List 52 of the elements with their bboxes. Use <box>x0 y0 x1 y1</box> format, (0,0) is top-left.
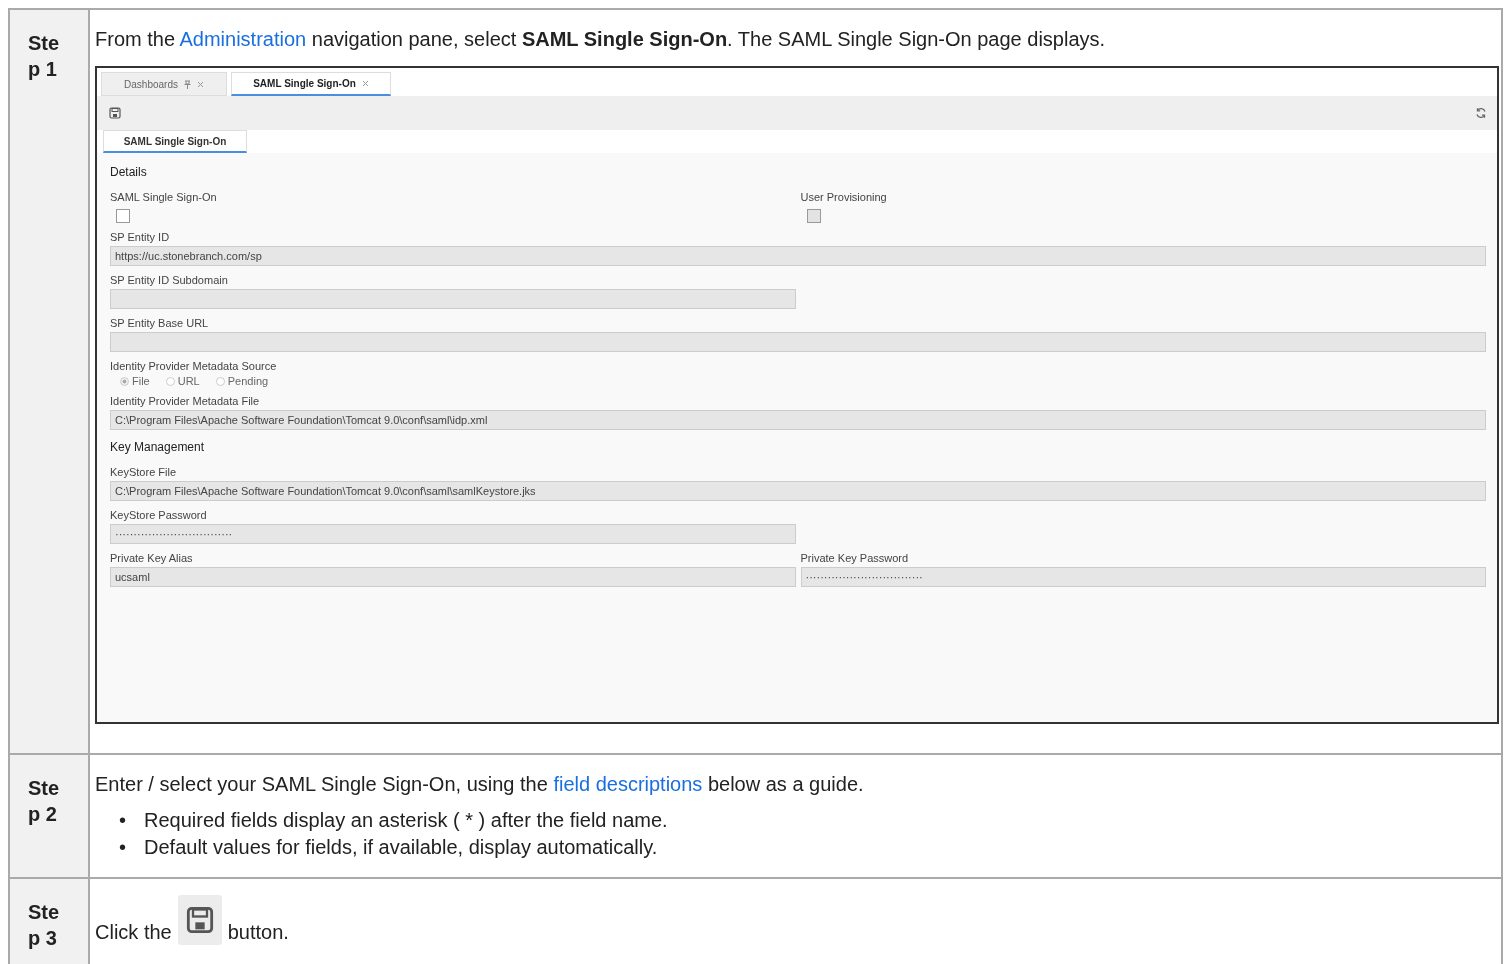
close-icon[interactable] <box>361 80 369 87</box>
instruction-text: button. <box>227 920 289 945</box>
radio-button[interactable] <box>165 376 175 386</box>
radio-button[interactable] <box>120 376 129 386</box>
link[interactable]: field descriptions <box>553 773 703 795</box>
bullet-marker: • <box>119 808 126 833</box>
refresh-icon[interactable] <box>1475 107 1487 119</box>
bullet-item: Default values for fields, if available, display automatically. <box>144 835 658 860</box>
field-label: SP Entity ID <box>110 231 171 243</box>
field-label: KeyStore File <box>110 466 178 478</box>
input-field[interactable]: C:\Program Files\Apache Software Foundation\Tomcat 9.0\conf\saml\samlKeystore.jks <box>110 481 1486 501</box>
step-label: Step 1 <box>28 31 61 82</box>
field-label: Private Key Alias <box>110 552 194 564</box>
input-field[interactable]: ucsaml <box>110 567 796 587</box>
field-label: SP Entity Base URL <box>110 317 210 329</box>
input-field[interactable] <box>110 332 1486 352</box>
input-field[interactable]: ································ <box>800 567 1486 587</box>
input-field[interactable] <box>110 289 796 309</box>
radio-label: Pending <box>227 375 269 387</box>
save-icon[interactable] <box>185 906 214 934</box>
field-label: User Provisioning <box>800 191 888 203</box>
field-label: KeyStore Password <box>110 509 208 521</box>
field-label: Identity Provider Metadata Source <box>110 360 278 372</box>
instruction-text: below as a guide. <box>706 773 864 795</box>
bullet-item: Required fields display an asterisk ( * ) after the field name. <box>144 808 668 833</box>
radio-label: URL <box>177 375 200 387</box>
tab[interactable]: Dashboards <box>101 72 227 96</box>
section-title: Details <box>110 165 148 179</box>
radio-label: File <box>132 375 150 387</box>
tab[interactable]: SAML Single Sign-On <box>103 130 247 153</box>
field-label: SAML Single Sign-On <box>110 191 218 203</box>
input-field[interactable]: ································ <box>110 524 796 544</box>
step-label: Step 2 <box>28 776 61 827</box>
instruction-text: Click the <box>95 920 172 945</box>
checkbox[interactable] <box>116 209 130 223</box>
input-field[interactable]: https://uc.stonebranch.com/sp <box>110 246 1486 266</box>
pin-icon[interactable] <box>183 79 191 89</box>
tab[interactable]: SAML Single Sign-On <box>231 72 391 96</box>
bullet-marker: • <box>119 835 126 860</box>
close-icon[interactable] <box>196 80 204 88</box>
link[interactable]: Administration <box>179 28 307 50</box>
field-label: Identity Provider Metadata File <box>110 395 261 407</box>
field-label: SP Entity ID Subdomain <box>110 274 229 286</box>
radio-button[interactable] <box>215 376 225 386</box>
field-label: Private Key Password <box>800 552 910 564</box>
save-icon[interactable] <box>109 107 121 119</box>
instruction-text: From the <box>95 28 177 50</box>
instruction-text: Enter / select your SAML Single Sign-On, using the <box>95 773 549 795</box>
section-title: Key Management <box>110 440 206 454</box>
step-label: Step 3 <box>28 900 61 951</box>
instruction-text: navigation pane, select SAML Single Sign-On. The SAML Single Sign-On page displays. <box>310 28 1106 50</box>
input-field[interactable]: C:\Program Files\Apache Software Foundation\Tomcat 9.0\conf\saml\idp.xml <box>110 410 1486 430</box>
